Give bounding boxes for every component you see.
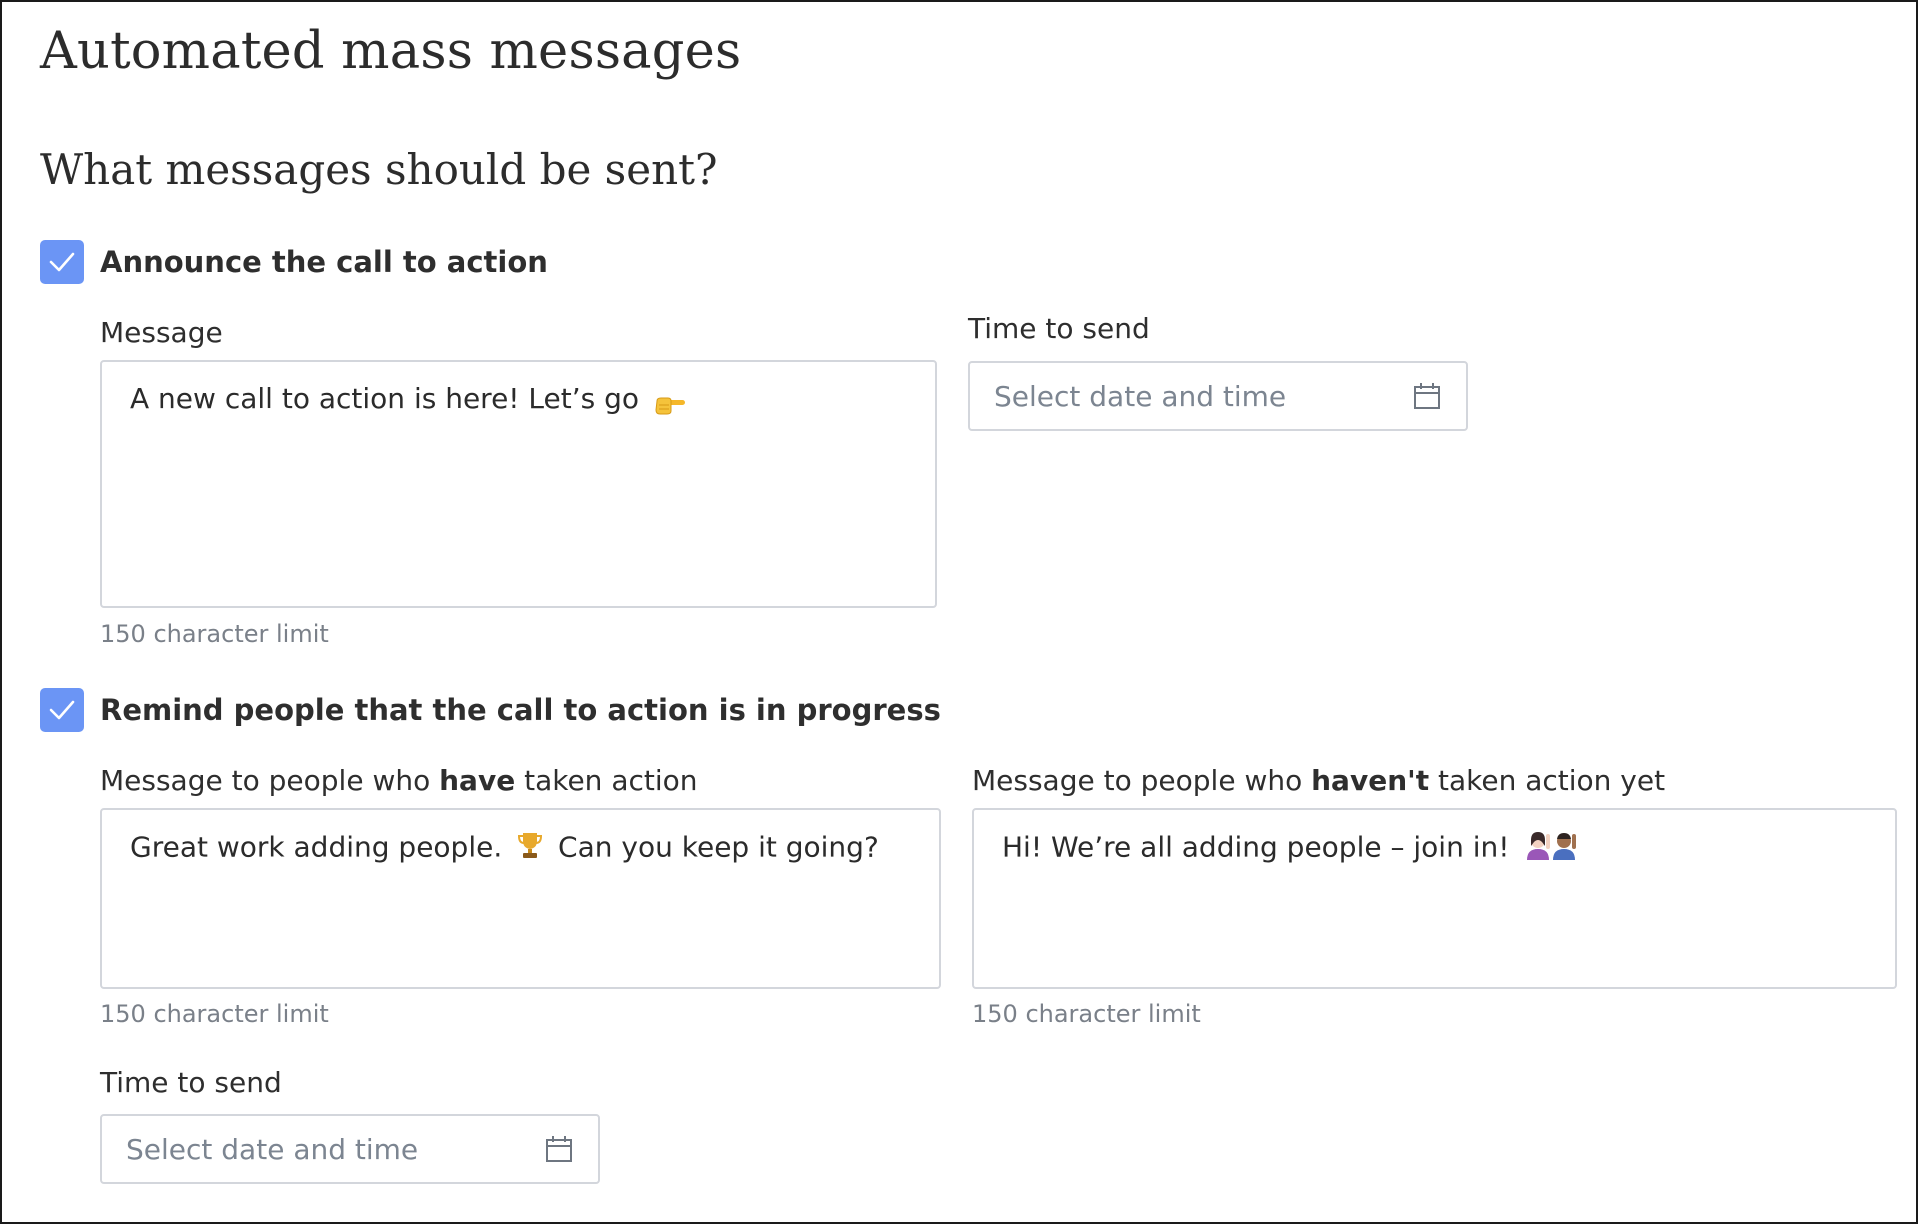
remind-checkbox-row[interactable]: Remind people that the call to action is… [40,688,941,732]
raising-hands-people-icon [1524,830,1580,867]
have-message-text-start: Great work adding people. [130,830,503,864]
have-message-text-end: Can you keep it going? [558,830,879,864]
announce-checkbox[interactable] [40,240,84,284]
trophy-icon [517,830,543,867]
checkmark-icon [49,252,75,272]
section-title: What messages should be sent? [40,145,718,194]
havent-message-text: Hi! We’re all adding people – join in! [1002,830,1510,864]
have-character-limit: 150 character limit [100,1000,329,1028]
calendar-icon [546,1136,572,1162]
announce-time-label: Time to send [968,312,1150,345]
have-message-label: Message to people who have taken action [100,764,698,797]
havent-label-bold: haven't [1311,764,1430,797]
have-label-suffix: taken action [515,764,698,797]
page-title: Automated mass messages [40,22,742,81]
havent-message-label: Message to people who haven't taken acti… [972,764,1665,797]
announce-character-limit: 150 character limit [100,620,329,648]
remind-checkbox[interactable] [40,688,84,732]
checkmark-icon [49,700,75,720]
announce-checkbox-label: Announce the call to action [100,245,548,279]
have-label-prefix: Message to people who [100,764,440,797]
announce-time-picker[interactable]: Select date and time [968,361,1468,431]
announce-message-textarea[interactable]: A new call to action is here! Let’s go [100,360,937,608]
remind-checkbox-label: Remind people that the call to action is… [100,693,941,727]
announce-time-placeholder: Select date and time [994,379,1287,413]
announce-checkbox-row[interactable]: Announce the call to action [40,240,548,284]
calendar-icon [1414,383,1440,409]
havent-message-textarea[interactable]: Hi! We’re all adding people – join in! [972,808,1897,989]
announce-message-text: A new call to action is here! Let’s go [130,382,640,415]
have-message-textarea[interactable]: Great work adding people. Can you keep i… [100,808,941,989]
remind-time-label: Time to send [100,1066,282,1099]
havent-label-suffix: taken action yet [1429,764,1666,797]
announce-message-label: Message [100,316,223,349]
havent-label-prefix: Message to people who [972,764,1312,797]
remind-time-placeholder: Select date and time [126,1132,419,1166]
have-label-bold: have [439,764,516,797]
remind-time-picker[interactable]: Select date and time [100,1114,600,1184]
pointing-right-icon [654,390,685,415]
havent-character-limit: 150 character limit [972,1000,1201,1028]
